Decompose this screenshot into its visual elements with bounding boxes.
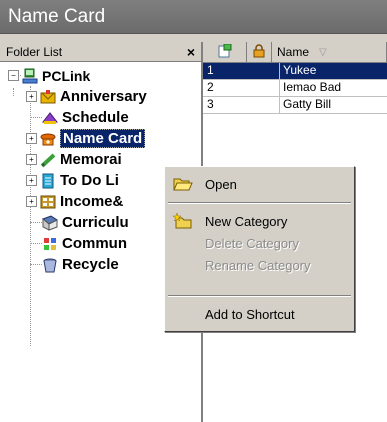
income-icon — [40, 194, 56, 210]
tree-item-anniversary[interactable]: + Anniversary — [26, 86, 147, 107]
menu-separator — [168, 202, 351, 204]
new-folder-icon — [172, 212, 193, 229]
new-item-icon — [218, 43, 232, 61]
collapse-icon[interactable]: − — [8, 70, 19, 81]
sort-down-icon: ▽ — [319, 46, 327, 58]
row-number: 2 — [203, 80, 280, 97]
column-name-label: Name — [277, 45, 310, 59]
curriculum-icon — [42, 214, 58, 231]
todo-icon — [40, 173, 56, 189]
context-menu: Open New Category Delete Category Rename… — [164, 166, 355, 332]
menu-item-delete-category[interactable]: Delete Category — [165, 232, 354, 254]
menu-item-open[interactable]: Open — [165, 173, 354, 195]
tree-item-recycle[interactable]: Recycle — [42, 254, 119, 275]
schedule-icon — [41, 110, 59, 126]
list-header: Name ▽ — [203, 42, 387, 63]
row-number: 1 — [203, 63, 280, 80]
row-name: Iemao Bad — [280, 80, 387, 97]
window-title: Name Card — [0, 0, 387, 34]
tree-label: Schedule — [62, 109, 129, 126]
menu-item-label: New Category — [205, 213, 288, 229]
memo-icon — [40, 152, 56, 168]
expand-icon[interactable]: + — [26, 133, 37, 144]
tree-label: To Do Li — [60, 172, 119, 189]
menu-item-label: Add to Shortcut — [205, 306, 295, 322]
tree-item-memorandum[interactable]: + Memorai — [26, 149, 122, 170]
menu-item-label: Delete Category — [205, 235, 299, 251]
computer-icon — [22, 68, 38, 84]
anniversary-icon — [40, 89, 56, 105]
menu-separator — [168, 295, 351, 297]
phone-icon — [40, 131, 56, 147]
folder-open-icon — [173, 176, 193, 192]
tree-label: Memorai — [60, 151, 122, 168]
lock-icon — [253, 43, 265, 61]
row-number: 3 — [203, 97, 280, 114]
folder-list-header: Folder List × — [0, 42, 201, 62]
table-row[interactable]: 2 Iemao Bad — [203, 80, 387, 97]
tree-label: Name Card — [60, 129, 146, 148]
table-row[interactable]: 3 Gatty Bill — [203, 97, 387, 114]
expand-icon[interactable]: + — [26, 154, 37, 165]
communication-icon — [42, 236, 58, 252]
close-icon[interactable]: × — [187, 44, 195, 60]
tree-item-todo[interactable]: + To Do Li — [26, 170, 119, 191]
row-name: Gatty Bill — [280, 97, 387, 114]
recycle-bin-icon — [42, 257, 58, 273]
tree-label: Income& — [60, 193, 124, 210]
tree-label: PCLink — [42, 67, 91, 84]
column-header-attachment[interactable] — [247, 42, 272, 62]
tree-item-schedule[interactable]: Schedule — [41, 107, 129, 128]
menu-item-new-category[interactable]: New Category — [165, 210, 354, 232]
tree-item-income[interactable]: + Income& — [26, 191, 123, 212]
expand-icon[interactable]: + — [26, 91, 37, 102]
expand-icon[interactable]: + — [26, 175, 37, 186]
toolbar-gap — [0, 34, 387, 42]
menu-item-rename-category[interactable]: Rename Category — [165, 254, 354, 276]
tree-item-communication[interactable]: Commun — [42, 233, 127, 254]
tree-item-pclink[interactable]: − PCLink — [8, 65, 90, 86]
tree-label: Curriculu — [62, 214, 129, 231]
column-header-name[interactable]: Name ▽ — [272, 42, 387, 62]
menu-item-add-to-shortcut[interactable]: Add to Shortcut — [165, 303, 354, 325]
menu-item-label: Open — [205, 176, 237, 192]
tree-label: Recycle — [62, 256, 119, 273]
tree-label: Commun — [62, 235, 127, 252]
tree-label: Anniversary — [60, 88, 147, 105]
expand-icon[interactable]: + — [26, 196, 37, 207]
menu-item-label: Rename Category — [205, 257, 311, 273]
row-name: Yukee — [280, 63, 387, 80]
tree-item-curriculum[interactable]: Curriculu — [42, 212, 129, 233]
folder-list-title: Folder List — [6, 44, 63, 59]
column-header-number[interactable] — [203, 42, 247, 62]
tree-item-name-card[interactable]: + Name Card — [26, 128, 146, 149]
table-row[interactable]: 1 Yukee — [203, 63, 387, 80]
